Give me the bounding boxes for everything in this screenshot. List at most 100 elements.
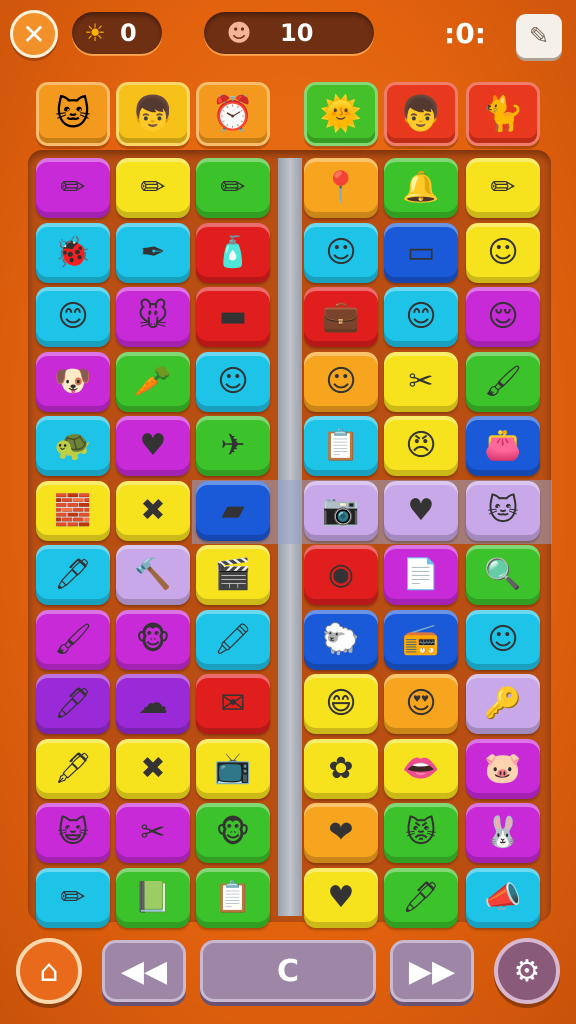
center-button-label: C [276,953,300,989]
sun-badge-avatar[interactable]: 🌞 [304,82,378,146]
tile[interactable]: ✉ [196,674,270,734]
tile[interactable]: 😊 [36,287,110,347]
home-button[interactable]: ⌂ [16,938,82,1004]
edit-icon: ✎ [528,22,550,50]
boy-red-avatar[interactable]: 👦 [384,82,458,146]
menu-button[interactable]: :0: [440,16,490,52]
close-icon: ✕ [22,17,46,51]
tile[interactable]: ▰ [196,480,270,541]
tile[interactable]: 😌 [466,287,540,347]
tile[interactable]: 🔔 [384,158,458,218]
clock-avatar[interactable]: ⏰ [196,82,270,146]
tile[interactable]: ♥ [384,480,458,541]
sun-count: 0 [120,19,137,47]
tile[interactable]: ✒ [116,222,190,283]
tile[interactable]: 🧴 [196,222,270,283]
tile[interactable]: 📻 [384,609,458,670]
cat-avatar[interactable]: 🐱 [36,82,110,146]
tile[interactable]: ♥ [116,416,190,476]
tile[interactable]: ❤ [304,803,378,863]
gear-icon: ⚙ [513,953,541,989]
tile[interactable]: ◉ [304,545,378,605]
tile[interactable]: 🐞 [36,222,110,283]
tile[interactable]: 🖌 [36,609,110,670]
tile[interactable]: 🐷 [466,738,540,799]
tile[interactable]: 🐱 [466,480,540,541]
tile[interactable]: ✿ [304,738,378,799]
tile[interactable]: ✏ [36,867,110,928]
tile[interactable]: 📺 [196,738,270,799]
tile[interactable]: 🐭 [116,287,190,347]
tile[interactable]: 📣 [466,867,540,928]
tile[interactable]: 🖊 [36,545,110,605]
tile[interactable]: 📋 [304,416,378,476]
tile[interactable]: 😺 [36,803,110,863]
tile[interactable]: 🎬 [196,545,270,605]
tile[interactable]: 🔍 [466,545,540,605]
tile[interactable]: ☺ [466,609,540,670]
tile[interactable]: 🐑 [304,609,378,670]
sun-counter: ☀ 0 [72,12,162,54]
tile[interactable]: ✂ [116,803,190,863]
center-button[interactable]: C [200,940,376,1002]
tile[interactable]: ☁ [116,674,190,734]
tile[interactable]: 📷 [304,480,378,541]
cat-dark-avatar[interactable]: 🐈 [466,82,540,146]
tile[interactable]: 📗 [116,867,190,928]
tile[interactable]: 💼 [304,287,378,347]
tile[interactable]: ☺ [304,222,378,283]
tile[interactable]: 🐰 [466,803,540,863]
tile[interactable]: ♥ [304,867,378,928]
tile[interactable]: 👛 [466,416,540,476]
tile[interactable]: ☺ [466,222,540,283]
tile[interactable]: 🖍 [196,609,270,670]
tile[interactable]: 🐵 [116,609,190,670]
tile[interactable]: ☺ [304,351,378,412]
tile[interactable]: 🐵 [196,803,270,863]
tile[interactable]: 📋 [196,867,270,928]
previous-button[interactable]: ◀◀ [102,940,186,1002]
tile[interactable]: 😄 [304,674,378,734]
tile[interactable]: 📍 [304,158,378,218]
tile[interactable]: 🧱 [36,480,110,541]
tile[interactable]: 🖊 [384,867,458,928]
tile[interactable]: 🔑 [466,674,540,734]
tile[interactable]: 😍 [384,674,458,734]
tile[interactable]: ✏ [116,158,190,218]
tile[interactable]: 🖊 [36,674,110,734]
tile[interactable]: ▬ [196,287,270,347]
tile[interactable]: ▭ [384,222,458,283]
tile[interactable]: ✈ [196,416,270,476]
tile[interactable]: ✖ [116,738,190,799]
rewind-icon: ◀◀ [120,953,168,989]
boy-avatar[interactable]: 👦 [116,82,190,146]
tile[interactable]: 🖌 [466,351,540,412]
edit-button[interactable]: ✎ [516,14,562,58]
tile[interactable]: 😊 [384,287,458,347]
fast-forward-icon: ▶▶ [408,953,456,989]
tile[interactable]: 🐢 [36,416,110,476]
tile[interactable]: ✏ [36,158,110,218]
bottom-bar: ⌂ ◀◀ C ▶▶ ⚙ [0,938,576,1010]
tile[interactable]: 📄 [384,545,458,605]
next-button[interactable]: ▶▶ [390,940,474,1002]
tile[interactable]: 👄 [384,738,458,799]
tile[interactable]: 🔨 [116,545,190,605]
player-avatars: 🐱 👦 ⏰ 🌞 👦 🐈 [0,82,576,148]
tile[interactable]: ☺ [196,351,270,412]
tile[interactable]: 🐶 [36,351,110,412]
tile[interactable]: 🖋 [36,738,110,799]
close-button[interactable]: ✕ [10,10,58,58]
face-counter: ☻ 10 [204,12,374,54]
tile[interactable]: ✏ [196,158,270,218]
top-bar: ✕ ☀ 0 ☻ 10 :0: ✎ [0,8,576,58]
tile[interactable]: ✂ [384,351,458,412]
tile[interactable]: ✏ [466,158,540,218]
tile[interactable]: ✖ [116,480,190,541]
sun-icon: ☀ [84,19,106,47]
tile[interactable]: 😾 [384,803,458,863]
tile[interactable]: 😠 [384,416,458,476]
face-count: 10 [280,19,314,47]
tile[interactable]: 🥕 [116,351,190,412]
settings-button[interactable]: ⚙ [494,938,560,1004]
